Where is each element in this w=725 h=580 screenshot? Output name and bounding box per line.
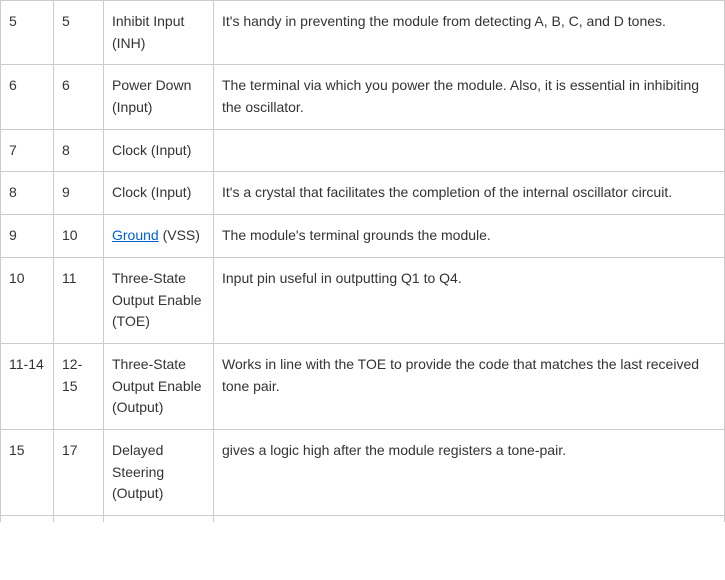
cell-pin-name: Ground (VSS): [104, 215, 214, 258]
pin-description-table: 5 5 Inhibit Input (INH) It's handy in pr…: [0, 0, 725, 522]
cell-pin-name: Clock (Input): [104, 129, 214, 172]
table-row: 15 17 Delayed Steering (Output) gives a …: [1, 429, 725, 515]
cell-col2: 8: [54, 129, 104, 172]
cell-description: It's a crystal that facilitates the comp…: [214, 172, 725, 215]
cell-pin-name: Three-State Output Enable (Output): [104, 343, 214, 429]
cell-col1: 7: [1, 129, 54, 172]
cell-col2: 11: [54, 257, 104, 343]
cell-description: The terminal via which you power the mod…: [214, 65, 725, 129]
cell-description: [214, 129, 725, 172]
cell-col2: 5: [54, 1, 104, 65]
cell-pin-name-suffix: (VSS): [159, 227, 200, 243]
cell-empty: [104, 516, 214, 522]
cell-description: Works in line with the TOE to provide th…: [214, 343, 725, 429]
cell-col1: 6: [1, 65, 54, 129]
cell-col1: 11-14: [1, 343, 54, 429]
cell-pin-name: Power Down (Input): [104, 65, 214, 129]
cell-description: The module's terminal grounds the module…: [214, 215, 725, 258]
table-row: 5 5 Inhibit Input (INH) It's handy in pr…: [1, 1, 725, 65]
cell-col1: 15: [1, 429, 54, 515]
table-row: 9 10 Ground (VSS) The module's terminal …: [1, 215, 725, 258]
cell-pin-name: Inhibit Input (INH): [104, 1, 214, 65]
table-row: 10 11 Three-State Output Enable (TOE) In…: [1, 257, 725, 343]
cell-col1: 8: [1, 172, 54, 215]
cell-col2: 12-15: [54, 343, 104, 429]
ground-link[interactable]: Ground: [112, 227, 159, 243]
table-row: 11-14 12-15 Three-State Output Enable (O…: [1, 343, 725, 429]
cell-description: gives a logic high after the module regi…: [214, 429, 725, 515]
cell-col2: 17: [54, 429, 104, 515]
cell-col1: 10: [1, 257, 54, 343]
table-row: 6 6 Power Down (Input) The terminal via …: [1, 65, 725, 129]
cell-empty: [54, 516, 104, 522]
cell-empty: [214, 516, 725, 522]
cell-description: Input pin useful in outputting Q1 to Q4.: [214, 257, 725, 343]
cell-col2: 6: [54, 65, 104, 129]
cell-pin-name: Clock (Input): [104, 172, 214, 215]
cell-empty: [1, 516, 54, 522]
cell-pin-name: Delayed Steering (Output): [104, 429, 214, 515]
table-row: 8 9 Clock (Input) It's a crystal that fa…: [1, 172, 725, 215]
cell-description: It's handy in preventing the module from…: [214, 1, 725, 65]
cell-col2: 10: [54, 215, 104, 258]
cell-pin-name: Three-State Output Enable (TOE): [104, 257, 214, 343]
cell-col1: 9: [1, 215, 54, 258]
cell-col1: 5: [1, 1, 54, 65]
table-row-partial: [1, 516, 725, 522]
cell-col2: 9: [54, 172, 104, 215]
table-row: 7 8 Clock (Input): [1, 129, 725, 172]
